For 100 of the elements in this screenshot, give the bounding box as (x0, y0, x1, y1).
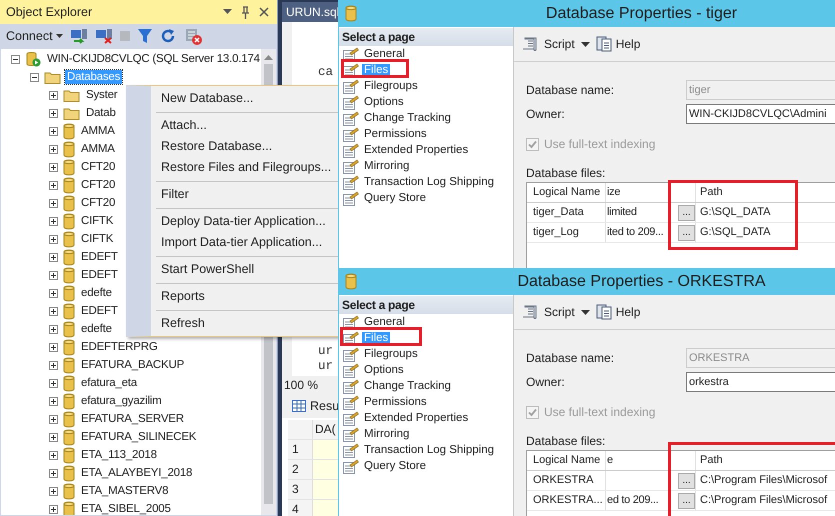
script-button[interactable]: Script (522, 304, 575, 320)
browse-button[interactable]: ... (678, 224, 695, 240)
tree-item[interactable]: ETA_MASTERV8 (79, 484, 170, 498)
connect-server-icon[interactable] (70, 28, 88, 44)
tree-item[interactable]: Datab (84, 106, 118, 120)
expander-icon[interactable] (49, 378, 58, 388)
tree-item[interactable]: edefte (79, 322, 114, 336)
connect-button[interactable]: Connect (6, 29, 63, 43)
expander-icon[interactable] (49, 342, 58, 352)
column-header: Logical Name (527, 451, 606, 470)
tree-item[interactable]: EDEFT (79, 304, 120, 318)
tree-item[interactable]: EDEFTERPRG (79, 340, 160, 354)
page-item[interactable]: Extended Properties (362, 144, 470, 156)
tree-item[interactable]: CIFTK (79, 232, 116, 246)
tree-item[interactable]: efatura_eta (79, 376, 139, 390)
expander-icon[interactable] (49, 360, 58, 370)
page-item[interactable]: Options (362, 96, 406, 108)
tree-item[interactable]: ETA_ALAYBEYI_2018 (79, 466, 194, 480)
page-icon (343, 346, 359, 362)
page-icon (343, 158, 359, 174)
close-icon[interactable] (259, 7, 269, 17)
tree-item[interactable]: CFT20 (79, 178, 118, 192)
help-button[interactable]: Help (596, 304, 640, 320)
dropdown-icon[interactable] (580, 42, 590, 46)
expander-icon[interactable] (49, 180, 58, 190)
page-item[interactable]: Extended Properties (362, 412, 470, 424)
page-item[interactable]: Filegroups (362, 348, 420, 360)
pin-icon[interactable] (241, 6, 250, 18)
expander-icon[interactable] (49, 414, 58, 424)
expander-icon[interactable] (49, 90, 58, 100)
table-cell: tiger_Log (527, 223, 606, 242)
tree-item[interactable]: AMMA (79, 142, 117, 156)
page-item[interactable]: Mirroring (362, 428, 412, 440)
tree-item[interactable]: CIFTK (79, 214, 116, 228)
expander-icon[interactable] (49, 126, 58, 136)
tree-item[interactable]: edefte (79, 286, 114, 300)
tree-item[interactable]: EFATURA_BACKUP (79, 358, 186, 372)
tree-item[interactable]: EDEFT (79, 250, 120, 264)
scroll-up-icon[interactable] (264, 55, 273, 60)
expander-icon[interactable] (49, 306, 58, 316)
tree-item[interactable]: CFT20 (79, 196, 118, 210)
tree-item[interactable]: AMMA (79, 124, 117, 138)
dropdown-icon[interactable] (223, 9, 232, 15)
tree-item[interactable]: EFATURA_SILINECEK (79, 430, 198, 444)
browse-button[interactable]: ... (678, 492, 695, 508)
expander-icon[interactable] (49, 324, 58, 334)
database-icon (63, 482, 75, 500)
page-item[interactable]: Change Tracking (362, 380, 453, 392)
script-button[interactable]: Script (522, 36, 575, 52)
dropdown-icon[interactable] (580, 310, 590, 314)
page-item[interactable]: Permissions (362, 128, 429, 140)
table-cell: tiger_Data (527, 203, 606, 222)
tree-item[interactable]: CFT20 (79, 160, 118, 174)
expander-icon[interactable] (49, 396, 58, 406)
database-icon (63, 248, 75, 266)
expander-icon[interactable] (49, 252, 58, 262)
page-item[interactable]: Query Store (362, 192, 428, 204)
tree-item[interactable]: EFATURA_SERVER (79, 412, 186, 426)
browse-button[interactable]: ... (678, 472, 695, 488)
expander-icon[interactable] (49, 144, 58, 154)
expander-icon[interactable] (49, 108, 58, 118)
expander-icon[interactable] (49, 270, 58, 280)
owner-field[interactable]: WIN-CKIJD8CVLQC\Admini (686, 104, 835, 124)
page-item[interactable]: Query Store (362, 460, 428, 472)
disconnect-server-icon[interactable] (94, 28, 113, 44)
expander-icon[interactable] (11, 54, 20, 64)
page-item[interactable]: Change Tracking (362, 112, 453, 124)
owner-field[interactable]: orkestra (686, 372, 835, 392)
filter-icon[interactable] (136, 28, 153, 44)
refresh-icon[interactable] (160, 28, 176, 44)
help-button[interactable]: Help (596, 36, 640, 52)
page-item[interactable]: Transaction Log Shipping (362, 444, 496, 456)
expander-icon[interactable] (49, 450, 58, 460)
expander-icon[interactable] (49, 288, 58, 298)
browse-button[interactable]: ... (678, 204, 695, 220)
expander-icon[interactable] (49, 468, 58, 478)
files-label: Database files: (526, 166, 606, 182)
expander-icon[interactable] (49, 216, 58, 226)
tree-item[interactable]: WIN-CKIJD8CVLQC (SQL Server 13.0.174 (45, 52, 261, 66)
tree-item[interactable]: efatura_gyazilim (79, 394, 164, 408)
page-item[interactable]: Transaction Log Shipping (362, 176, 496, 188)
field-label: Database name: (526, 83, 616, 97)
page-item[interactable]: Options (362, 364, 406, 376)
tree-item[interactable]: EDEFT (79, 268, 120, 282)
tree-item[interactable]: ETA_113_2018 (79, 448, 159, 462)
tree-item[interactable]: ETA_SIBEL_2005 (79, 502, 173, 515)
page-item[interactable]: General (362, 48, 407, 60)
expander-icon[interactable] (49, 198, 58, 208)
expander-icon[interactable] (49, 234, 58, 244)
expander-icon[interactable] (30, 72, 39, 82)
expander-icon[interactable] (49, 162, 58, 172)
page-item[interactable]: Mirroring (362, 160, 412, 172)
page-item[interactable]: Permissions (362, 396, 429, 408)
expander-icon[interactable] (49, 432, 58, 442)
tree-item[interactable]: Syster (84, 88, 120, 102)
expander-icon[interactable] (49, 486, 58, 496)
expander-icon[interactable] (49, 504, 58, 514)
page-item[interactable]: General (362, 316, 407, 328)
table-cell: ORKESTRA... (527, 491, 606, 510)
page-item[interactable]: Filegroups (362, 80, 420, 92)
